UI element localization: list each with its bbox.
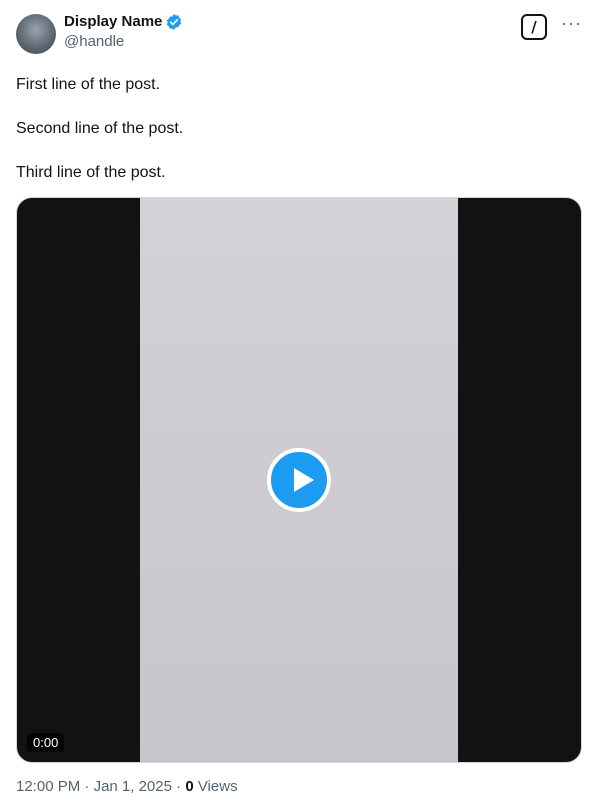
separator: · <box>176 778 182 795</box>
post-line-2: Second line of the post. <box>16 120 184 137</box>
grok-icon[interactable]: / <box>521 14 548 40</box>
post-time[interactable]: 12:00 PM <box>16 778 80 795</box>
post-card: Display Name @handle / ··· First line of… <box>0 0 598 812</box>
post-line-3: Third line of the post. <box>16 164 166 181</box>
video-player[interactable]: 0:00 <box>16 197 582 763</box>
separator: · <box>84 778 90 795</box>
name-row: Display Name <box>64 12 183 32</box>
post-line-1: First line of the post. <box>16 76 161 93</box>
post-date[interactable]: Jan 1, 2025 <box>94 778 172 795</box>
play-icon[interactable] <box>267 448 331 512</box>
views-label: Views <box>197 778 238 795</box>
verified-badge-icon <box>167 14 182 30</box>
handle[interactable]: @handle <box>64 32 183 52</box>
post-meta: 12:00 PM · Jan 1, 2025 · 0 Views <box>16 778 238 795</box>
post-text: First line of the post. Second line of t… <box>16 74 582 184</box>
author-identity: Display Name @handle <box>64 12 183 52</box>
display-name[interactable]: Display Name <box>64 12 162 32</box>
header-actions: / ··· <box>521 12 582 40</box>
post-header: Display Name @handle / ··· <box>16 12 582 60</box>
avatar[interactable] <box>16 14 56 54</box>
more-icon[interactable]: ··· <box>561 14 582 37</box>
video-duration: 0:00 <box>27 733 65 752</box>
views-count: 0 <box>185 778 194 795</box>
